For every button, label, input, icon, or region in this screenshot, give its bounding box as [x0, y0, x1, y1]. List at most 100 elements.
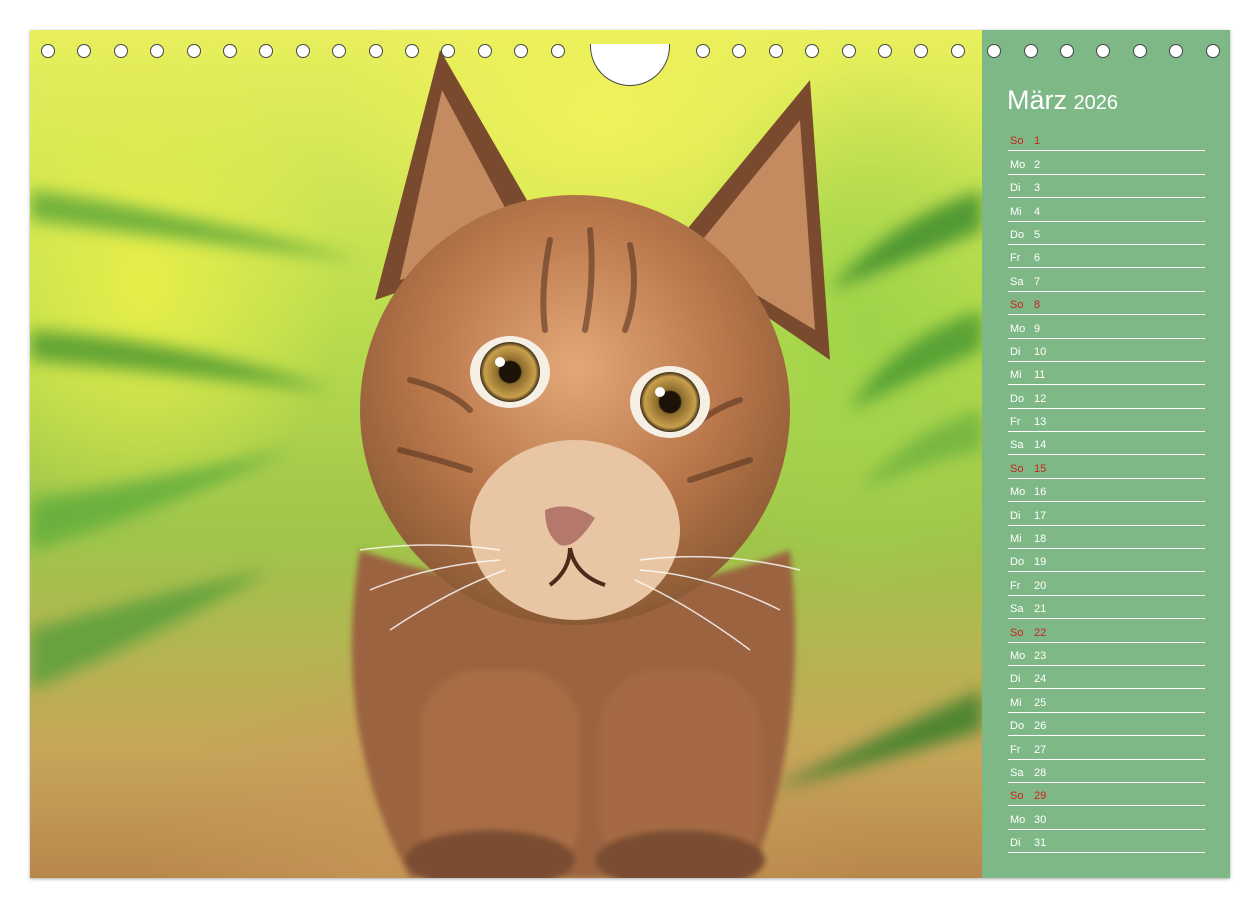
binding-hole [987, 44, 1002, 58]
day-number: 12 [1034, 392, 1047, 405]
day-name: Di [1010, 673, 1021, 686]
binding-hole [1096, 44, 1111, 58]
day-name: Sa [1010, 275, 1024, 288]
day-row: Di 17 [1008, 502, 1205, 526]
day-number: 16 [1034, 486, 1047, 499]
day-name: Fr [1010, 416, 1021, 429]
binding-hole [295, 44, 310, 58]
day-number: 17 [1034, 509, 1047, 522]
binding-hole [186, 44, 201, 58]
binding-hole [550, 44, 565, 58]
day-number: 30 [1034, 813, 1047, 826]
day-row: Do 19 [1008, 549, 1205, 573]
binding-hole [1169, 44, 1184, 58]
day-row: Mo 30 [1008, 806, 1205, 830]
day-number: 31 [1034, 837, 1047, 850]
day-name: Mi [1010, 696, 1022, 709]
binding-hole [223, 44, 237, 58]
day-row: Mi 11 [1008, 362, 1205, 386]
month-name: März [1007, 85, 1067, 115]
day-row: So 15 [1008, 455, 1205, 479]
day-number: 28 [1034, 766, 1047, 779]
day-name: Mi [1010, 533, 1022, 546]
day-row: Mo 2 [1008, 151, 1205, 175]
day-number: 10 [1034, 345, 1047, 358]
binding-hole [368, 44, 383, 58]
day-row: Fr 6 [1008, 245, 1205, 269]
binding-hole [1060, 44, 1074, 58]
day-name: Do [1010, 556, 1025, 569]
day-row: Di 31 [1008, 830, 1205, 854]
day-number: 3 [1034, 182, 1041, 195]
binding-hole [696, 44, 710, 58]
day-row: Di 24 [1008, 666, 1205, 690]
binding-hole [1205, 44, 1220, 58]
day-number: 6 [1034, 252, 1041, 265]
month-title: März 2026 [1007, 85, 1118, 116]
day-number: 13 [1034, 416, 1047, 429]
day-name: Di [1010, 837, 1021, 850]
calendar-page: März 2026 So 1 Mo 2 Di 3 Mi 4 Do 5 Fr 6 Sa 7 So 8 Mo 9 Di 1… [30, 30, 1230, 878]
binding-hole [514, 44, 529, 58]
day-row: Sa 7 [1008, 268, 1205, 292]
day-row: Fr 27 [1008, 736, 1205, 760]
binding-hole [477, 44, 492, 58]
day-name: Do [1010, 392, 1025, 405]
binding-hole [914, 44, 929, 58]
day-name: Di [1010, 182, 1021, 195]
day-row: Fr 20 [1008, 572, 1205, 596]
day-number: 22 [1034, 626, 1047, 639]
day-name: Mo [1010, 322, 1026, 335]
day-name: So [1010, 626, 1024, 639]
day-number: 29 [1034, 790, 1047, 803]
day-name: Mi [1010, 369, 1022, 382]
calendar-panel: März 2026 So 1 Mo 2 Di 3 Mi 4 Do 5 Fr 6 Sa 7 So 8 Mo 9 Di 1… [982, 30, 1230, 878]
day-number: 19 [1034, 556, 1047, 569]
day-number: 9 [1034, 322, 1041, 335]
day-number: 1 [1034, 135, 1041, 148]
day-number: 15 [1034, 462, 1047, 475]
day-name: Sa [1010, 439, 1024, 452]
binding-hole [805, 44, 820, 58]
day-name: Di [1010, 345, 1021, 358]
day-row: Do 26 [1008, 713, 1205, 737]
day-row: So 8 [1008, 292, 1205, 316]
day-name: Fr [1010, 743, 1021, 756]
day-name: Do [1010, 228, 1025, 241]
day-number: 4 [1034, 205, 1041, 218]
day-name: Fr [1010, 252, 1021, 265]
day-row: Do 5 [1008, 222, 1205, 245]
binding-hole [441, 44, 456, 58]
day-row: So 29 [1008, 783, 1205, 807]
binding-hole [405, 44, 419, 58]
day-row: Mo 9 [1008, 315, 1205, 339]
day-number: 27 [1034, 743, 1047, 756]
lynx-kitten-photo [30, 30, 982, 878]
day-row: Mi 4 [1008, 198, 1205, 222]
day-number: 5 [1034, 228, 1041, 241]
binding-hole [1023, 44, 1038, 58]
day-name: So [1010, 790, 1024, 803]
day-name: So [1010, 462, 1024, 475]
day-number: 2 [1034, 158, 1041, 171]
spiral-binding [30, 44, 1230, 86]
binding-hole [1132, 44, 1147, 58]
day-number: 20 [1034, 579, 1047, 592]
day-row: Sa 28 [1008, 760, 1205, 783]
day-name: Mo [1010, 158, 1026, 171]
binding-hole [732, 44, 747, 58]
day-number: 7 [1034, 275, 1041, 288]
day-list: So 1 Mo 2 Di 3 Mi 4 Do 5 Fr 6 Sa 7 So 8 Mo 9 Di 10 Mi 11 Do 12 F… [1008, 128, 1205, 854]
day-name: Mo [1010, 486, 1026, 499]
day-name: Do [1010, 720, 1025, 733]
day-row: Mi 25 [1008, 689, 1205, 713]
day-row: Mi 18 [1008, 526, 1205, 550]
day-name: Fr [1010, 579, 1021, 592]
binding-hole [41, 44, 55, 58]
day-name: Sa [1010, 603, 1024, 616]
lynx-illustration [30, 50, 982, 878]
binding-hole [878, 44, 892, 58]
day-row: Di 10 [1008, 339, 1205, 362]
day-number: 21 [1034, 603, 1047, 616]
binding-hole [332, 44, 347, 58]
